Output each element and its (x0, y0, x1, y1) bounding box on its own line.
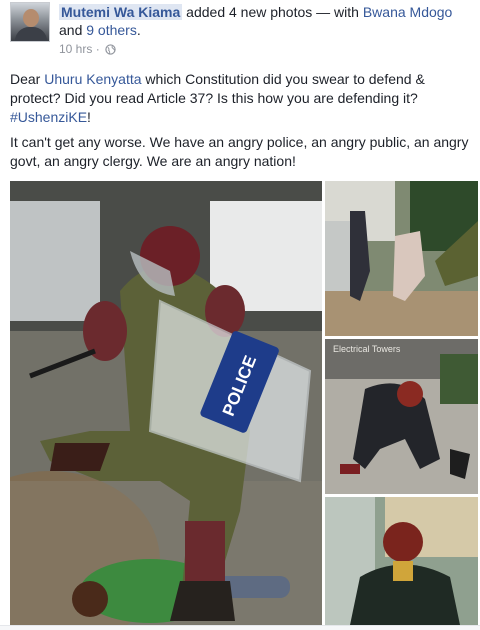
timestamp[interactable]: 10 hrs (59, 42, 92, 56)
post-header: Mutemi Wa Kiama added 4 new photos — wit… (59, 4, 453, 38)
building-sign: Electrical Towers (333, 344, 401, 354)
post-footer-divider (0, 625, 480, 630)
globe-icon[interactable] (105, 44, 116, 58)
bloodied-face-photo (325, 497, 478, 625)
photo-main[interactable]: POLICE (10, 181, 322, 625)
and-text: and (59, 22, 87, 38)
author-name[interactable]: Mutemi Wa Kiama (59, 4, 183, 20)
avatar[interactable] (10, 2, 50, 42)
photo-thumb-1[interactable] (325, 181, 478, 336)
street-beating-photo (325, 181, 478, 336)
photo-thumb-2[interactable]: Electrical Towers (325, 339, 478, 494)
feed-post: Mutemi Wa Kiama added 4 new photos — wit… (0, 0, 480, 630)
riot-police-photo: POLICE (10, 181, 322, 625)
photo-thumb-3[interactable] (325, 497, 478, 625)
post-text-paragraph-1: Dear Uhuru Kenyatta which Constitution d… (10, 71, 425, 125)
post-text-paragraph-2: It can't get any worse. We have an angry… (10, 134, 469, 169)
tagged-user[interactable]: Bwana Mdogo (363, 4, 453, 20)
post-meta: 10 hrs · (59, 42, 116, 58)
action-text: added 4 new photos — with (182, 4, 363, 20)
others-link[interactable]: 9 others (86, 22, 137, 38)
hashtag-link[interactable]: #UshenziKE (10, 109, 87, 125)
mention-link[interactable]: Uhuru Kenyatta (44, 71, 141, 87)
injured-man-photo: Electrical Towers (325, 339, 478, 494)
